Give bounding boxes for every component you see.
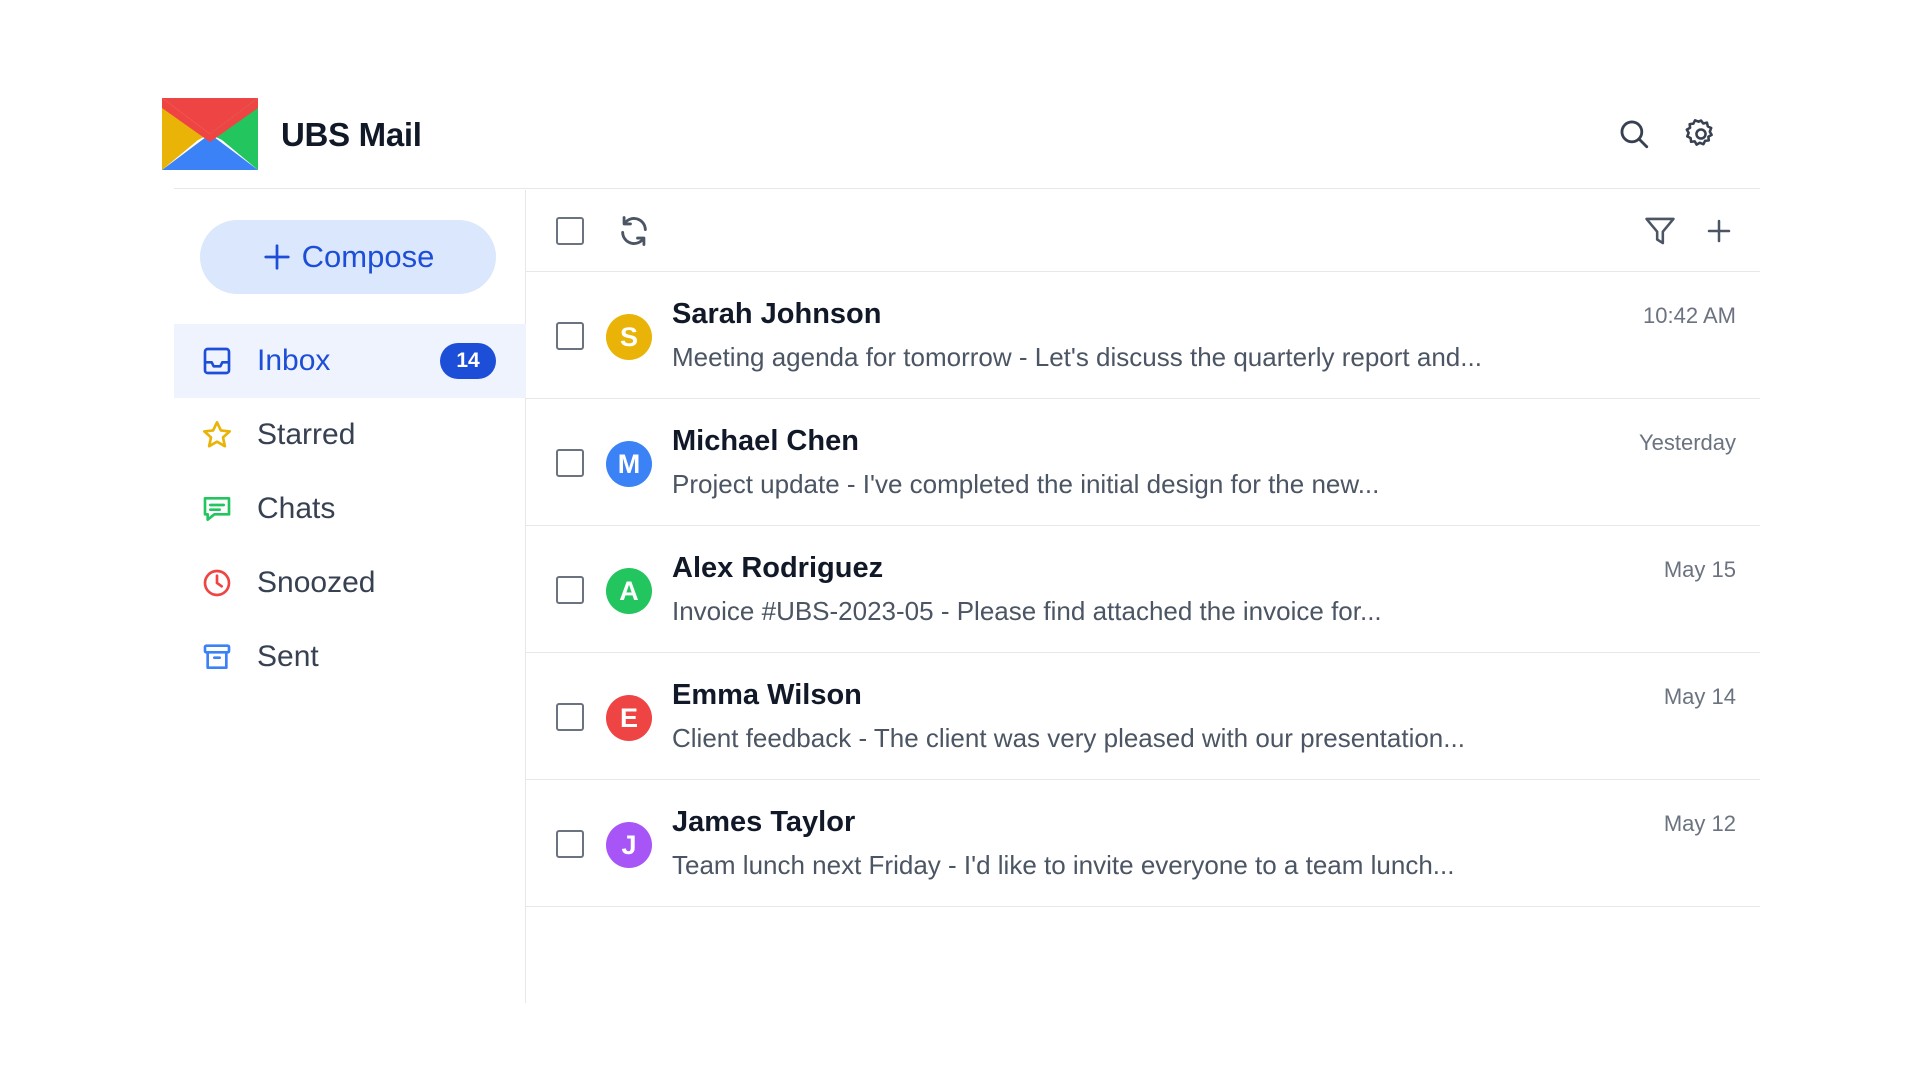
- sidebar-item-snoozed[interactable]: Snoozed: [174, 546, 526, 620]
- search-button[interactable]: [1616, 116, 1652, 152]
- email-checkbox[interactable]: [556, 322, 584, 350]
- email-sender: Alex Rodriguez: [672, 552, 884, 584]
- add-button[interactable]: [1701, 213, 1737, 249]
- inbox-icon: [200, 344, 234, 378]
- email-time: Yesterday: [1638, 430, 1736, 455]
- sidebar-item-inbox[interactable]: Inbox 14: [174, 324, 526, 398]
- email-row[interactable]: S Sarah Johnson Meeting agenda for tomor…: [526, 272, 1760, 399]
- refresh-icon: [621, 216, 647, 246]
- email-checkbox[interactable]: [556, 576, 584, 604]
- avatar: J: [606, 822, 652, 868]
- email-row[interactable]: M Michael Chen Project update - I've com…: [526, 399, 1760, 526]
- email-checkbox[interactable]: [556, 830, 584, 858]
- settings-button[interactable]: [1683, 116, 1719, 152]
- plus-icon: [264, 244, 290, 270]
- email-time: May 14: [1663, 684, 1736, 709]
- clock-icon: [200, 566, 234, 600]
- filter-icon: [1645, 217, 1675, 245]
- sidebar-item-chats[interactable]: Chats: [174, 472, 526, 546]
- sidebar-item-label: Starred: [257, 418, 356, 451]
- email-time: May 12: [1663, 811, 1736, 836]
- email-snippet: Meeting agenda for tomorrow - Let's disc…: [672, 342, 1482, 372]
- email-list: S Sarah Johnson Meeting agenda for tomor…: [526, 272, 1760, 907]
- mail-app: UBS Mail Compose Inbox 14 Starred Chats …: [162, 78, 1760, 1003]
- list-toolbar: [526, 190, 1760, 272]
- select-all-checkbox[interactable]: [556, 217, 584, 245]
- filter-button[interactable]: [1642, 213, 1678, 249]
- compose-button[interactable]: Compose: [200, 220, 496, 294]
- email-snippet: Team lunch next Friday - I'd like to inv…: [672, 850, 1455, 880]
- search-icon: [1620, 120, 1649, 149]
- email-row[interactable]: J James Taylor Team lunch next Friday - …: [526, 780, 1760, 907]
- email-time: 10:42 AM: [1643, 303, 1736, 328]
- app-title: UBS Mail: [281, 116, 422, 153]
- email-sender: Sarah Johnson: [672, 298, 882, 330]
- email-list-panel: S Sarah Johnson Meeting agenda for tomor…: [526, 190, 1760, 1003]
- email-sender: James Taylor: [672, 806, 856, 838]
- refresh-button[interactable]: [616, 213, 652, 249]
- app-header: UBS Mail: [162, 78, 1760, 189]
- archive-icon: [200, 640, 234, 674]
- avatar: E: [606, 695, 652, 741]
- compose-label: Compose: [301, 239, 435, 274]
- sidebar-item-label: Chats: [257, 492, 336, 525]
- email-row[interactable]: E Emma Wilson Client feedback - The clie…: [526, 653, 1760, 780]
- avatar: A: [606, 568, 652, 614]
- gear-icon: [1685, 118, 1713, 146]
- sidebar-item-sent[interactable]: Sent: [174, 620, 526, 694]
- unread-count-badge: 14: [440, 343, 496, 379]
- mail-logo-icon: [162, 98, 258, 170]
- email-sender: Michael Chen: [672, 425, 859, 457]
- email-sender: Emma Wilson: [672, 679, 862, 711]
- email-snippet: Invoice #UBS-2023-05 - Please find attac…: [672, 596, 1382, 626]
- sidebar-item-label: Inbox: [257, 344, 331, 377]
- nav-list: Inbox 14 Starred Chats Snoozed Sent: [174, 324, 526, 694]
- plus-icon: [1707, 219, 1731, 243]
- star-icon: [200, 418, 234, 452]
- sidebar: Compose Inbox 14 Starred Chats Snoozed S…: [174, 190, 526, 1003]
- email-snippet: Client feedback - The client was very pl…: [672, 723, 1465, 753]
- email-checkbox[interactable]: [556, 703, 584, 731]
- sidebar-item-label: Sent: [257, 640, 319, 673]
- email-checkbox[interactable]: [556, 449, 584, 477]
- sidebar-item-label: Snoozed: [257, 566, 376, 599]
- email-time: May 15: [1663, 557, 1736, 582]
- chat-icon: [200, 492, 234, 526]
- email-snippet: Project update - I've completed the init…: [672, 469, 1380, 499]
- avatar: M: [606, 441, 652, 487]
- email-row[interactable]: A Alex Rodriguez Invoice #UBS-2023-05 - …: [526, 526, 1760, 653]
- sidebar-item-starred[interactable]: Starred: [174, 398, 526, 472]
- avatar: S: [606, 314, 652, 360]
